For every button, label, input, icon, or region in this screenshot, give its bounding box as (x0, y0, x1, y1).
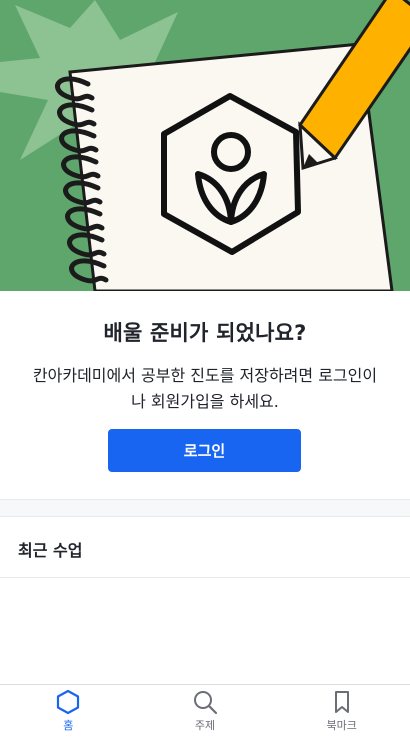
bookmark-icon (334, 691, 349, 713)
recent-lessons-title: 최근 수업 (18, 541, 83, 560)
tab-home[interactable]: 홈 (0, 685, 137, 740)
tab-bookmarks[interactable]: 북마크 (273, 685, 410, 740)
search-icon (194, 691, 218, 715)
tab-topics[interactable]: 주제 (137, 685, 274, 740)
recent-lessons-header: 최근 수업 (0, 517, 410, 578)
app-screen: 배울 준비가 되었나요? 칸아카데미에서 공부한 진도를 저장하려면 로그인이 … (0, 0, 410, 740)
section-divider (0, 499, 410, 517)
bottom-tab-bar: 홈 주제 북마크 (0, 684, 410, 740)
hero-illustration (0, 0, 410, 291)
welcome-description: 칸아카데미에서 공부한 진도를 저장하려면 로그인이 나 회원가입을 하세요. (32, 366, 378, 411)
tab-topics-label: 주제 (194, 719, 216, 732)
tab-bookmarks-label: 북마크 (326, 719, 357, 732)
home-hexagon-icon (57, 689, 80, 715)
welcome-card: 배울 준비가 되었나요? 칸아카데미에서 공부한 진도를 저장하려면 로그인이 … (0, 291, 410, 499)
welcome-title: 배울 준비가 되었나요? (103, 321, 307, 345)
login-button[interactable]: 로그인 (108, 429, 301, 472)
tab-home-label: 홈 (63, 719, 74, 732)
